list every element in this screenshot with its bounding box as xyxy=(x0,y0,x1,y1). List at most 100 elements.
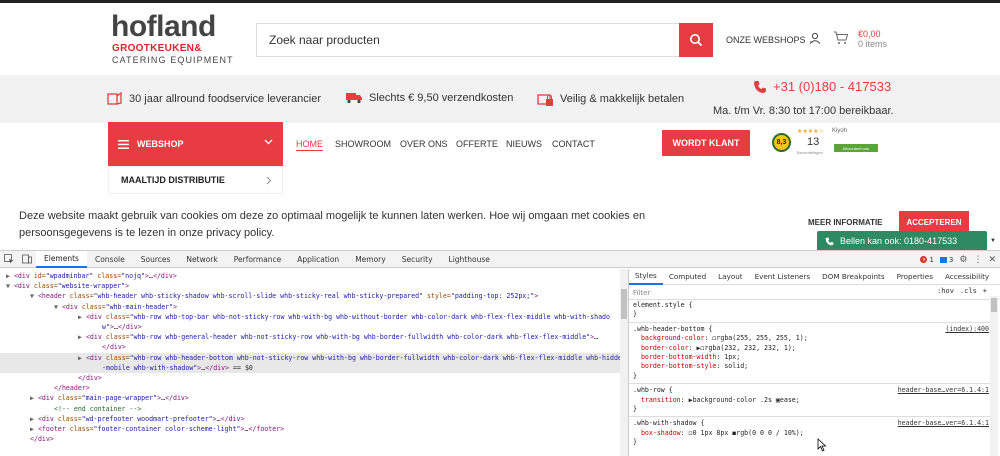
dom-node-line[interactable]: </div> xyxy=(0,434,620,444)
dom-node-line[interactable]: </div> xyxy=(0,373,620,383)
devtools-tab-elements[interactable]: Elements xyxy=(36,250,87,268)
nav-showroom[interactable]: SHOWROOM xyxy=(335,139,391,149)
nav-contact[interactable]: CONTACT xyxy=(552,139,595,149)
usp-label: 30 jaar allround foodservice leverancier xyxy=(129,92,321,105)
search-input[interactable] xyxy=(257,24,679,56)
dom-node-line[interactable]: ▶ <div class="whb-row whb-header-bottom … xyxy=(0,352,620,363)
become-customer-button[interactable]: WORDT KLANT xyxy=(662,130,750,156)
dom-node-line[interactable]: </div> xyxy=(0,342,620,352)
expand-arrow-icon[interactable]: ▼ xyxy=(30,292,38,300)
scroll-down-icon[interactable]: ▼ xyxy=(990,238,996,244)
kiyoh-review-button[interactable]: Beoordeel ons xyxy=(834,144,878,152)
nav-home[interactable]: HOME xyxy=(296,139,323,151)
call-bar[interactable]: Bellen kan ook: 0180-417533 xyxy=(817,231,987,250)
search-button[interactable] xyxy=(679,23,713,57)
devtools-tab-lighthouse[interactable]: Lighthouse xyxy=(441,251,498,268)
styles-filter-input[interactable] xyxy=(633,288,883,298)
css-source-link[interactable]: header-base…ver=6.1.4:1 xyxy=(898,419,989,428)
css-declaration[interactable]: box-shadow: ◻0 1px 8px ◼rgb(0 0 0 / 10%)… xyxy=(633,429,989,438)
dom-node-line[interactable]: ▼ <div class="whb-main-header"> xyxy=(0,302,620,312)
devtools-tab-network[interactable]: Network xyxy=(178,251,225,268)
collapse-arrow-icon[interactable]: ▶ xyxy=(78,354,86,362)
styles-tab-styles[interactable]: Styles xyxy=(629,269,663,285)
css-selector[interactable]: .whb-row {header-base…ver=6.1.4:1 xyxy=(633,386,989,395)
user-icon[interactable] xyxy=(809,32,821,44)
collapse-arrow-icon[interactable]: ▶ xyxy=(30,415,38,423)
code-token: > xyxy=(534,292,539,301)
collapse-arrow-icon[interactable]: ▶ xyxy=(30,425,38,433)
styles-tab-layout[interactable]: Layout xyxy=(712,269,748,285)
css-declaration[interactable]: } xyxy=(633,310,989,319)
close-icon[interactable]: ✕ xyxy=(988,255,996,265)
error-badge[interactable]: × 1 xyxy=(920,256,934,264)
css-declaration[interactable]: border-color: ▶◻rgba(232, 232, 232, 1); xyxy=(633,344,989,353)
css-declaration[interactable]: border-bottom-style: solid; xyxy=(633,362,989,371)
devtools-tab-console[interactable]: Console xyxy=(87,251,133,268)
message-badge[interactable]: 3 xyxy=(939,256,953,264)
css-declaration[interactable]: background-color: ◻rgba(255, 255, 255, 1… xyxy=(633,334,989,343)
devtools-tab-memory[interactable]: Memory xyxy=(347,251,394,268)
settings-gear-icon[interactable]: ⚙ xyxy=(959,255,967,265)
css-source-link[interactable]: header-base…ver=6.1.4:1 xyxy=(898,386,989,395)
devtools-tab-security[interactable]: Security xyxy=(394,251,441,268)
device-toggle-icon[interactable] xyxy=(18,251,36,268)
elements-scrollbar[interactable] xyxy=(620,269,628,456)
dom-node-line[interactable]: w">…</div> xyxy=(0,322,620,332)
css-declaration[interactable]: } xyxy=(633,405,989,414)
hover-state-toggle[interactable]: :hov xyxy=(937,287,954,295)
collapse-arrow-icon[interactable]: ▶ xyxy=(78,333,86,341)
expand-arrow-icon[interactable]: ▼ xyxy=(6,282,14,290)
css-declaration[interactable]: transition: ▶background-color .2s ▣ease; xyxy=(633,396,989,405)
dom-node-line[interactable]: -mobile whb-with-shadow">…</div> == $0 xyxy=(0,362,620,373)
css-text: element.style { xyxy=(633,301,693,309)
styles-tab-event-listeners[interactable]: Event Listeners xyxy=(749,269,817,285)
css-source-link[interactable]: (index):400 xyxy=(945,325,989,334)
css-declaration[interactable]: } xyxy=(633,372,989,381)
collapse-arrow-icon[interactable]: ▶ xyxy=(30,394,38,402)
cart-icon[interactable] xyxy=(833,31,849,45)
styles-scrollbar[interactable] xyxy=(990,296,998,456)
dom-node-line[interactable]: ▶ <div id="wpadminbar" class="nojq">…</d… xyxy=(0,271,620,281)
new-rule-button[interactable]: + xyxy=(983,287,987,295)
nav-over-ons[interactable]: OVER ONS xyxy=(400,139,448,149)
css-selector[interactable]: .whb-with-shadow {header-base…ver=6.1.4:… xyxy=(633,419,989,428)
cart-items[interactable]: 0 items xyxy=(858,39,887,49)
styles-tab-dom-breakpoints[interactable]: DOM Breakpoints xyxy=(816,269,890,285)
dom-node-line[interactable]: ▶ <div class="whb-row whb-top-bar whb-no… xyxy=(0,312,620,322)
menu-item-maaltijd-distributie[interactable]: MAALTIJD DISTRIBUTIE xyxy=(108,166,283,194)
dom-node-line[interactable]: ▶ <div class="wd-prefooter woodmart-pref… xyxy=(0,414,620,424)
kiyoh-widget[interactable]: 8,3 ★★★★☆ Kiyoh 13 Beoordelingen Beoorde… xyxy=(772,128,882,158)
nav-offerte[interactable]: OFFERTE xyxy=(456,139,498,149)
dom-node-line[interactable]: ▼ <header class="whb-header whb-sticky-s… xyxy=(0,291,620,301)
nav-nieuws[interactable]: NIEUWS xyxy=(506,139,542,149)
inspect-icon[interactable] xyxy=(0,251,18,268)
dom-node-line[interactable]: ▼ <div class="website-wrapper"> xyxy=(0,281,620,291)
styles-tab-computed[interactable]: Computed xyxy=(663,269,712,285)
dom-node-line[interactable]: ▶ <div class="whb-row whb-general-header… xyxy=(0,332,620,342)
cookie-more-info-button[interactable]: MEER INFORMATIE xyxy=(808,218,883,227)
styles-tab-properties[interactable]: Properties xyxy=(891,269,939,285)
collapse-arrow-icon[interactable]: ▶ xyxy=(6,272,14,280)
cart-price[interactable]: €0,00 xyxy=(858,29,881,39)
dom-node-line[interactable]: </header> xyxy=(0,383,620,393)
css-declaration[interactable]: border-bottom-width: 1px; xyxy=(633,353,989,362)
devtools-tab-sources[interactable]: Sources xyxy=(133,251,179,268)
class-toggle[interactable]: .cls xyxy=(960,287,977,295)
devtools-tab-application[interactable]: Application xyxy=(289,251,347,268)
css-selector[interactable]: .whb-header-bottom {(index):400 xyxy=(633,325,989,334)
collapse-arrow-icon[interactable]: ▶ xyxy=(78,313,86,321)
dom-node-line[interactable]: ▶ <div class="main-page-wrapper">…</div> xyxy=(0,393,620,403)
css-selector[interactable]: element.style { xyxy=(633,301,989,310)
dom-node-line[interactable]: <!-- end container --> xyxy=(0,404,620,414)
webshops-menu[interactable]: ONZE WEBSHOPS ⌄ xyxy=(726,35,816,46)
expand-arrow-icon[interactable]: ▼ xyxy=(54,303,62,311)
logo[interactable]: hofland GROOTKEUKEN& CATERING EQUIPMENT xyxy=(111,12,233,66)
css-declaration[interactable]: } xyxy=(633,438,989,447)
more-options-icon[interactable]: ⋮ xyxy=(973,255,982,265)
cookie-accept-button[interactable]: ACCEPTEREN xyxy=(899,211,969,233)
dom-node-line[interactable]: ▶ <footer class="footer-container color-… xyxy=(0,424,620,434)
styles-tab-accessibility[interactable]: Accessibility xyxy=(939,269,995,285)
devtools-tab-performance[interactable]: Performance xyxy=(226,251,290,268)
webshop-menu-button[interactable]: WEBSHOP xyxy=(108,122,283,166)
phone-number[interactable]: +31 (0)180 - 417533 xyxy=(753,79,891,94)
